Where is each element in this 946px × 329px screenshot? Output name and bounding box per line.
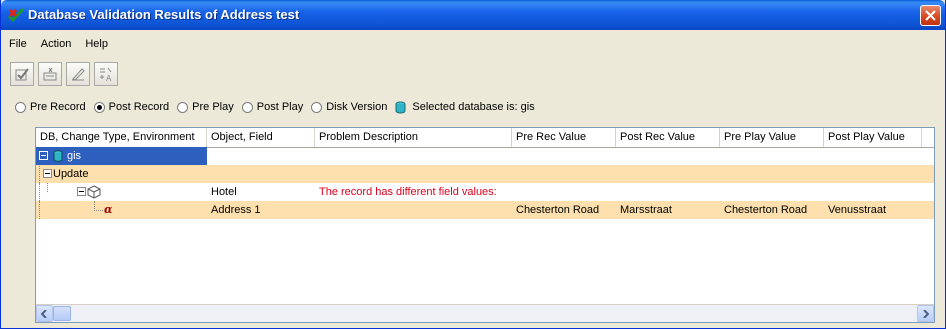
validate-icon bbox=[15, 68, 29, 81]
radio-button[interactable] bbox=[241, 101, 253, 113]
window-title: Database Validation Results of Address t… bbox=[28, 7, 300, 22]
scroll-right-button[interactable] bbox=[917, 305, 934, 322]
table-row[interactable]: Hotel The record has different field val… bbox=[36, 183, 934, 201]
scroll-thumb[interactable] bbox=[53, 306, 71, 321]
close-icon bbox=[925, 10, 936, 21]
tree-line bbox=[39, 166, 41, 183]
edit-record-icon bbox=[43, 67, 57, 81]
radio-label: Pre Play bbox=[192, 101, 234, 113]
pre-rec-value-cell: Chesterton Road bbox=[516, 204, 600, 216]
minus-icon bbox=[41, 155, 46, 156]
column-header-db[interactable]: DB, Change Type, Environment bbox=[36, 128, 207, 147]
radio-label: Post Play bbox=[256, 101, 304, 113]
column-header-object[interactable]: Object, Field bbox=[207, 128, 315, 147]
arrow-left-icon bbox=[41, 309, 47, 318]
menu-bar: File Action Help bbox=[7, 38, 110, 56]
collapse-toggle[interactable] bbox=[43, 169, 52, 178]
grid-header: DB, Change Type, Environment Object, Fie… bbox=[36, 128, 934, 148]
pencil-icon bbox=[72, 68, 85, 81]
radio-label: Pre Record bbox=[30, 101, 86, 113]
radio-pre-play[interactable]: Pre Play bbox=[177, 101, 234, 113]
problem-description-cell: The record has different field values: bbox=[319, 186, 497, 198]
radio-label: Disk Version bbox=[326, 101, 388, 113]
radio-button[interactable] bbox=[93, 101, 105, 113]
tree-line bbox=[94, 201, 103, 211]
selected-database-label: Selected database is: gis bbox=[412, 101, 535, 113]
pre-play-value-cell: Chesterton Road bbox=[724, 204, 808, 216]
source-radio-group: Pre Record Post Record Pre Play Post Pla… bbox=[15, 98, 535, 116]
minus-icon bbox=[45, 173, 50, 174]
post-play-value-cell: Venusstraat bbox=[828, 204, 887, 216]
column-header-pre-rec[interactable]: Pre Rec Value bbox=[512, 128, 616, 147]
tree-cell[interactable]: gis bbox=[36, 147, 207, 165]
menu-file[interactable]: File bbox=[7, 38, 29, 56]
collapse-toggle[interactable] bbox=[39, 151, 48, 160]
menu-action[interactable]: Action bbox=[39, 38, 74, 56]
column-header-post-rec[interactable]: Post Rec Value bbox=[616, 128, 720, 147]
object-field-cell: Address 1 bbox=[211, 204, 261, 216]
toolbar: A bbox=[10, 62, 118, 90]
title-bar[interactable]: Database Validation Results of Address t… bbox=[1, 0, 945, 30]
radio-disk-version[interactable]: Disk Version bbox=[311, 101, 387, 113]
app-icon bbox=[7, 7, 25, 23]
object-field-cell: Hotel bbox=[211, 186, 237, 198]
database-icon bbox=[53, 150, 63, 162]
tree-cell[interactable]: α bbox=[36, 201, 207, 219]
scroll-left-button[interactable] bbox=[36, 305, 53, 322]
tree-cell[interactable] bbox=[36, 183, 207, 201]
tree-line bbox=[39, 201, 41, 219]
collapse-toggle[interactable] bbox=[77, 187, 86, 196]
radio-post-play[interactable]: Post Play bbox=[241, 101, 304, 113]
radio-post-record[interactable]: Post Record bbox=[93, 101, 170, 113]
column-header-problem[interactable]: Problem Description bbox=[315, 128, 512, 147]
tree-cell[interactable]: Update bbox=[36, 165, 207, 183]
reorder-icon: A bbox=[100, 67, 112, 82]
field-alpha-icon: α bbox=[104, 203, 113, 216]
tree-label: gis bbox=[67, 150, 82, 162]
close-button[interactable] bbox=[920, 5, 941, 26]
minus-icon bbox=[79, 191, 84, 192]
column-header-pre-play[interactable]: Pre Play Value bbox=[720, 128, 824, 147]
menu-help[interactable]: Help bbox=[83, 38, 110, 56]
tree-line bbox=[39, 183, 41, 201]
radio-label: Post Record bbox=[108, 101, 170, 113]
edit-record-button[interactable] bbox=[38, 62, 62, 86]
table-row[interactable]: Update bbox=[36, 165, 934, 183]
tree-line bbox=[47, 183, 49, 192]
results-grid[interactable]: DB, Change Type, Environment Object, Fie… bbox=[35, 127, 935, 323]
svg-text:A: A bbox=[106, 74, 112, 82]
tree-label: Update bbox=[53, 168, 89, 180]
object-cube-icon bbox=[87, 185, 101, 199]
radio-button[interactable] bbox=[15, 101, 26, 113]
table-row[interactable]: α Address 1 Chesterton Road Marsstraat C… bbox=[36, 201, 934, 219]
reorder-button[interactable]: A bbox=[94, 62, 118, 86]
app-window: Database Validation Results of Address t… bbox=[0, 0, 946, 329]
radio-pre-record[interactable]: Pre Record bbox=[15, 101, 86, 113]
pencil-button[interactable] bbox=[66, 62, 90, 86]
horizontal-scrollbar[interactable] bbox=[36, 304, 934, 322]
database-icon bbox=[395, 101, 406, 113]
validate-button[interactable] bbox=[10, 62, 34, 86]
arrow-right-icon bbox=[923, 309, 929, 318]
post-rec-value-cell: Marsstraat bbox=[620, 204, 672, 216]
table-row[interactable]: gis bbox=[36, 147, 934, 165]
radio-button[interactable] bbox=[311, 101, 323, 113]
radio-button[interactable] bbox=[177, 101, 189, 113]
column-header-post-play[interactable]: Post Play Value bbox=[824, 128, 922, 147]
